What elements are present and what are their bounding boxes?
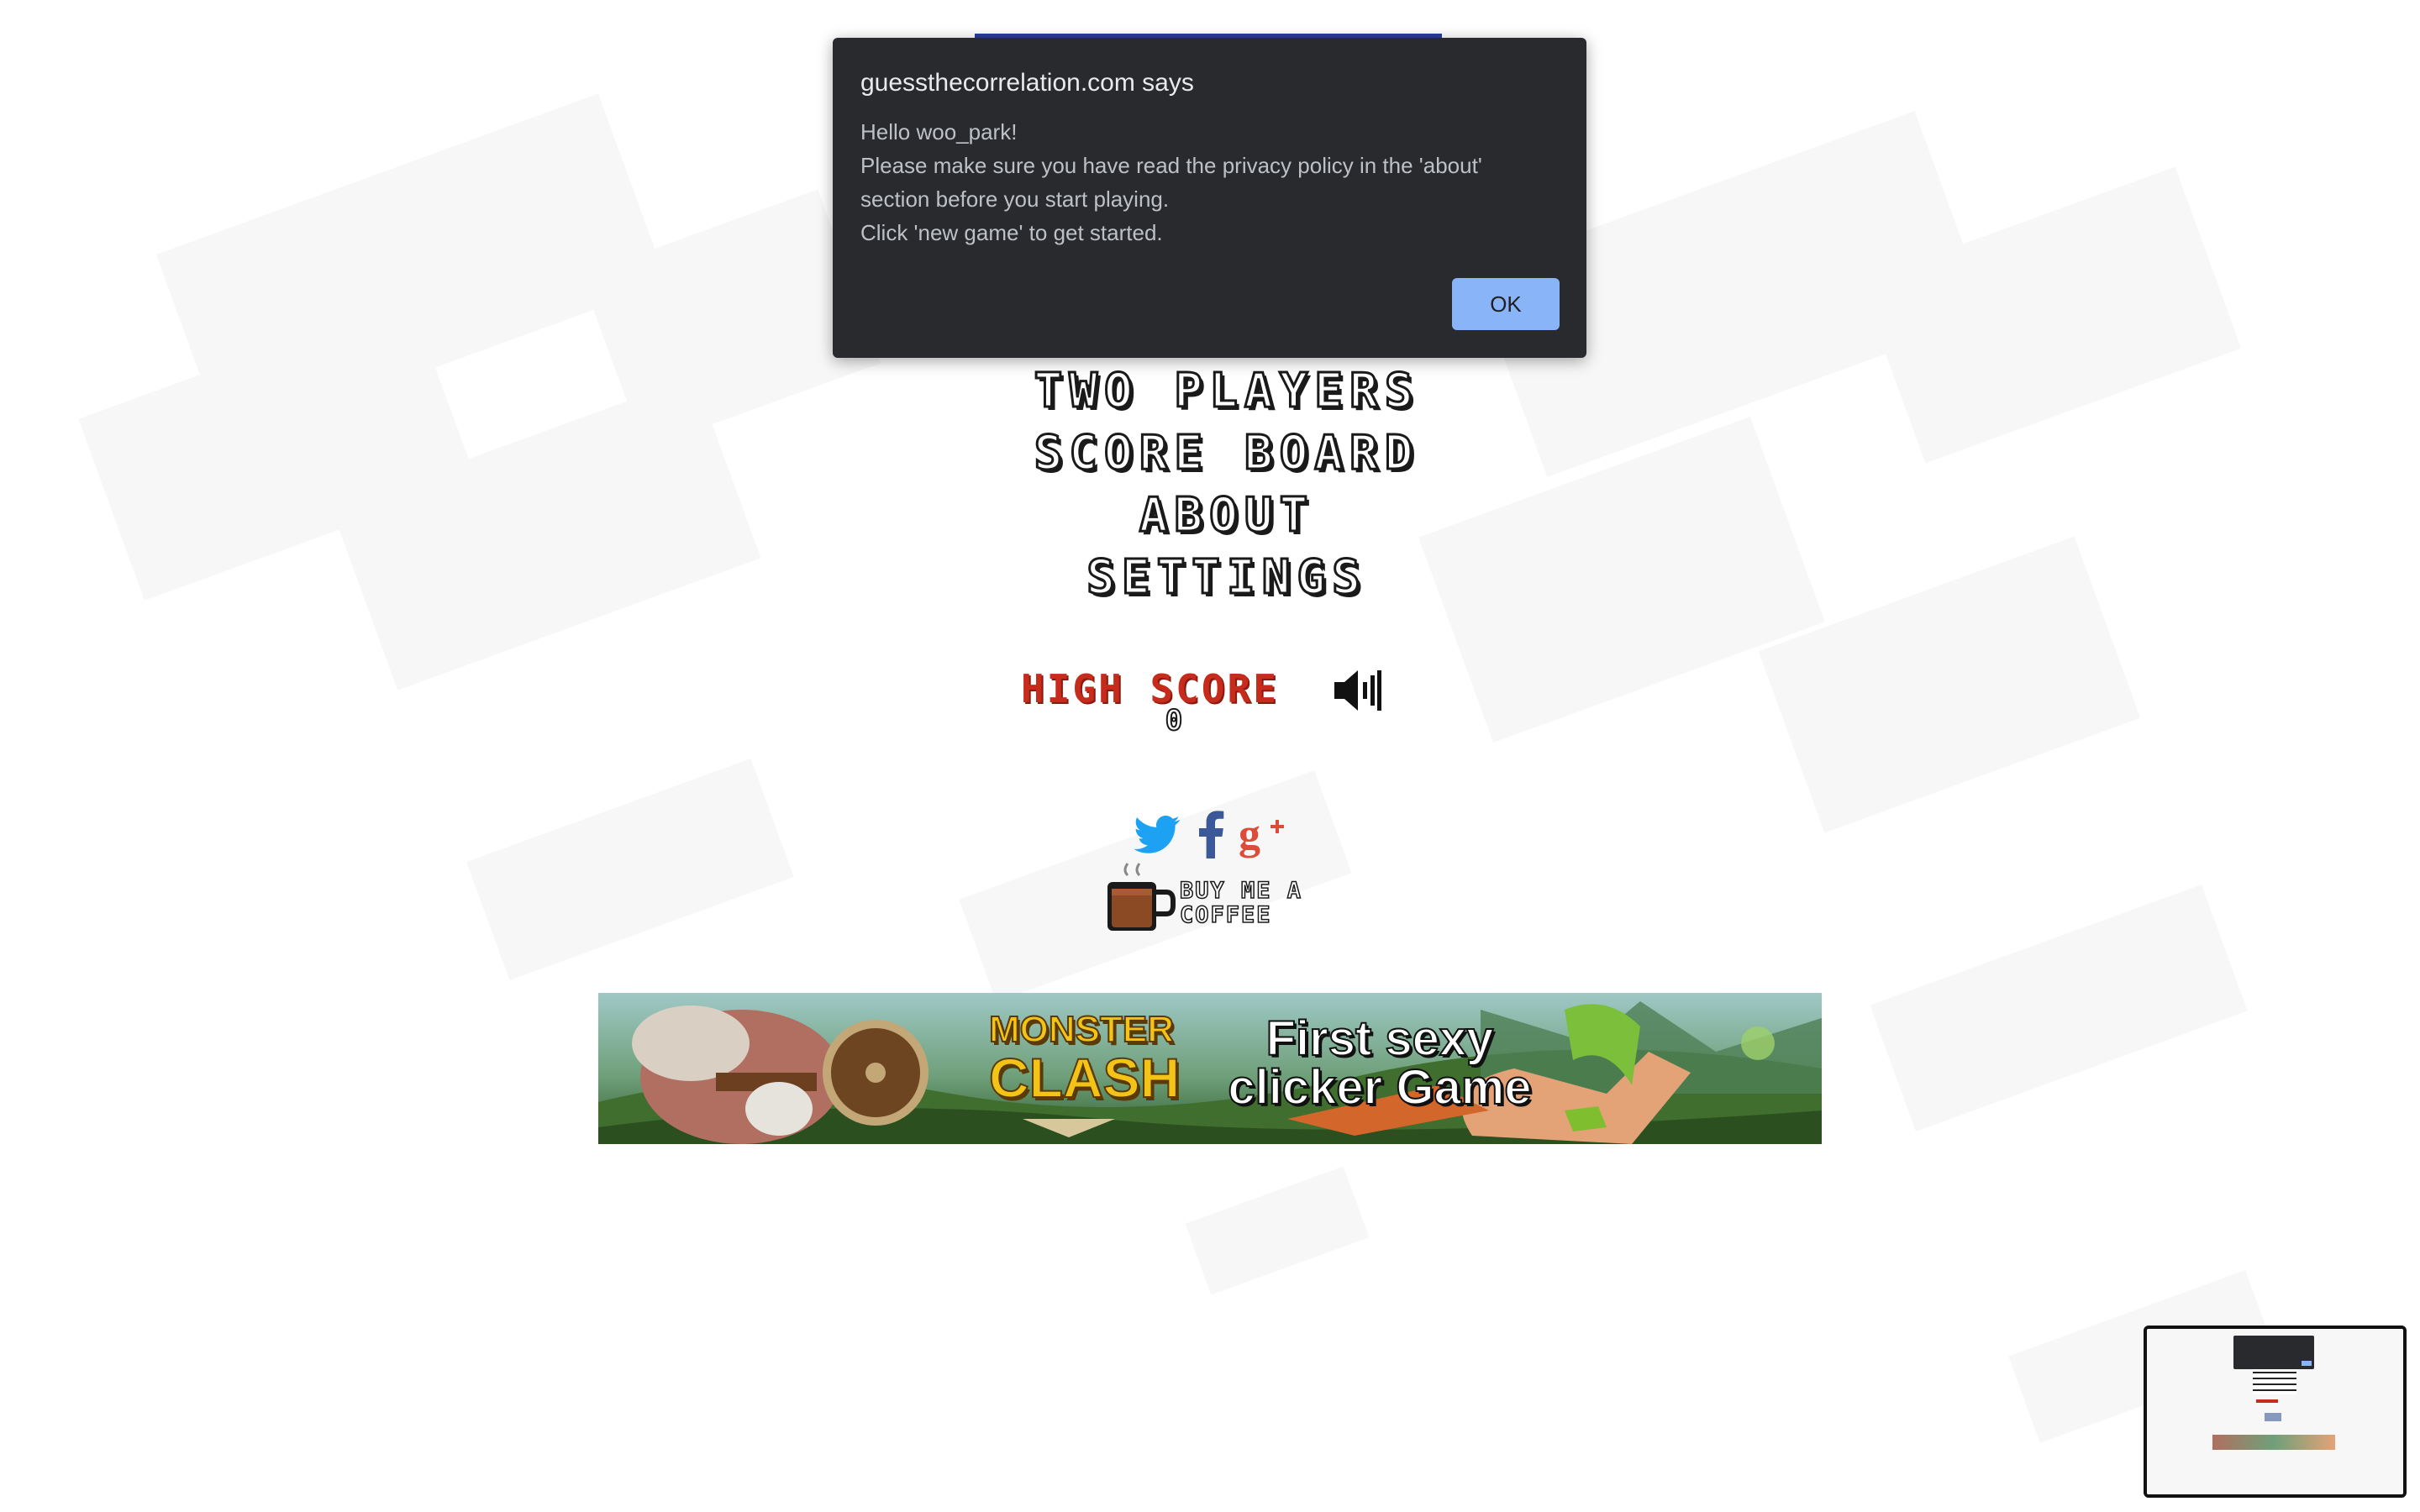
menu-two-players[interactable]: Two players [891,363,1563,419]
page: Two players Score board About Settings H… [0,0,2420,1512]
thumbnail-highscore [2256,1399,2278,1403]
alert-dialog: guessthecorrelation.com says Hello woo_p… [833,38,1586,358]
ad-headline-line-1: First sexy [1265,1011,1495,1066]
dialog-line: Please make sure you have read the priva… [860,153,1482,178]
google-plus-icon: g [1239,811,1284,858]
coffee-line-2: COFFEE [1179,902,1272,928]
thumbnail-ad [2212,1435,2335,1450]
svg-text:g: g [1239,811,1260,858]
facebook-icon [1199,811,1224,858]
buy-me-a-coffee-label: BUY ME A COFFEE [1179,878,1303,928]
background-shape [1758,536,2141,833]
dialog-line: Click 'new game' to get started. [860,220,1163,245]
dialog-line: section before you start playing. [860,186,1170,212]
buy-me-a-coffee-button[interactable]: BUY ME A COFFEE [1102,860,1304,936]
sound-toggle-button[interactable] [1333,664,1383,717]
dialog-line: Hello woo_park! [860,119,1018,144]
menu-score-board[interactable]: Score board [891,425,1563,481]
thumbnail-social [2265,1413,2281,1421]
speaker-icon [1334,670,1381,711]
twitter-icon [1134,816,1181,853]
ad-logo-line-2: CLASH [988,1047,1181,1109]
ad-logo-line-1: MONSTER [988,1009,1175,1051]
ad-banner[interactable]: MONSTER CLASH First sexy clicker Game [598,993,1822,1144]
thumbnail-menu [2253,1369,2296,1394]
dialog-message: Hello woo_park! Please make sure you hav… [860,115,1558,249]
thumbnail-ok [2302,1361,2312,1366]
twitter-share-button[interactable] [1131,808,1183,860]
high-score-value: 0 [1165,703,1183,738]
ad-headline: First sexy clicker Game [1203,1011,1556,1115]
coffee-line-1: BUY ME A [1179,878,1303,904]
menu-settings[interactable]: Settings [891,549,1563,606]
facebook-share-button[interactable] [1193,808,1227,860]
google-plus-share-button[interactable]: g [1239,808,1287,860]
ad-logo: MONSTER CLASH [988,1009,1181,1109]
ok-button[interactable]: OK [1452,278,1560,330]
background-shape [1185,1166,1370,1295]
dialog-title: guessthecorrelation.com says [860,69,1194,97]
high-score-label: High score [1021,666,1279,711]
ad-headline-line-2: clicker Game [1227,1060,1532,1115]
background-shape [1870,885,2248,1131]
background-shape [466,758,794,981]
coffee-cup-icon [1107,863,1176,931]
screenshot-thumbnail[interactable] [2144,1326,2407,1498]
menu-about[interactable]: About [891,487,1563,543]
